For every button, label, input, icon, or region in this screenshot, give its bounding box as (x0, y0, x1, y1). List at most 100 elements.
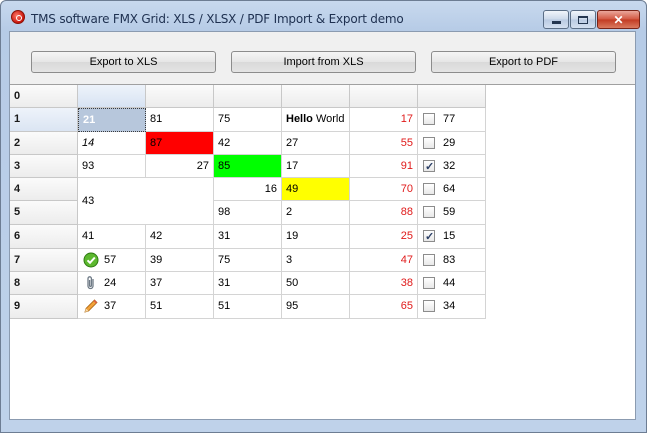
check-circle-icon (83, 252, 99, 268)
checkbox[interactable] (423, 113, 435, 125)
cell-r4-c4[interactable]: 49 (282, 178, 350, 201)
export-xls-button[interactable]: Export to XLS (31, 51, 216, 73)
merged-cell-r4-c1[interactable]: 43 (78, 178, 214, 225)
row-header-7[interactable]: 7 (10, 249, 78, 272)
row-header-1[interactable]: 1 (10, 108, 78, 132)
cell-r6-c4[interactable]: 19 (282, 225, 350, 249)
checkbox-value: 34 (443, 300, 456, 312)
row-header-8[interactable]: 8 (10, 272, 78, 295)
cell-r7-c5[interactable]: 47 (350, 249, 418, 272)
cell-r9-c4[interactable]: 95 (282, 295, 350, 319)
cell-r2-c2[interactable]: 87 (146, 132, 214, 155)
checkbox-value: 44 (443, 277, 456, 289)
cell-r5-c5[interactable]: 88 (350, 201, 418, 225)
cell-r8-c1[interactable]: 24 (78, 272, 146, 295)
checkbox-value: 29 (443, 137, 456, 149)
cell-r8-c2[interactable]: 37 (146, 272, 214, 295)
checkbox[interactable] (423, 137, 435, 149)
cell-r3-c1[interactable]: 93 (78, 155, 146, 178)
rich-text-bold: Hello (286, 113, 313, 125)
cell-r3-c2[interactable]: 27 (146, 155, 214, 178)
row-header-6[interactable]: 6 (10, 225, 78, 249)
checkbox[interactable] (423, 156, 435, 177)
checkbox[interactable] (423, 183, 435, 195)
data-grid[interactable]: 0 1 21 81 75 Hello World 17 77 2 14 87 4… (10, 84, 635, 419)
maximize-button[interactable] (570, 10, 596, 29)
checkbox-value: 15 (443, 230, 456, 242)
row-header-5[interactable]: 5 (10, 201, 78, 225)
row-header-0[interactable]: 0 (10, 85, 78, 108)
cell-r2-c5[interactable]: 55 (350, 132, 418, 155)
cell-r3-c5[interactable]: 91 (350, 155, 418, 178)
checkbox[interactable] (423, 254, 435, 266)
column-header-4[interactable] (282, 85, 350, 108)
cell-r3-c3[interactable]: 85 (214, 155, 282, 178)
cell-r8-c6[interactable]: 44 (418, 272, 486, 295)
import-xls-button[interactable]: Import from XLS (231, 51, 416, 73)
cell-r9-c5[interactable]: 65 (350, 295, 418, 319)
minimize-button[interactable] (543, 10, 569, 29)
cell-r7-c2[interactable]: 39 (146, 249, 214, 272)
column-header-1[interactable] (78, 85, 146, 108)
cell-r3-c4[interactable]: 17 (282, 155, 350, 178)
cell-r1-c1[interactable]: 21 (78, 108, 146, 132)
cell-r2-c3[interactable]: 42 (214, 132, 282, 155)
cell-r9-c1[interactable]: 37 (78, 295, 146, 319)
cell-r8-c5[interactable]: 38 (350, 272, 418, 295)
cell-r1-c4[interactable]: Hello World (282, 108, 350, 132)
cell-r7-c3[interactable]: 75 (214, 249, 282, 272)
cell-r4-c6[interactable]: 64 (418, 178, 486, 201)
cell-r5-c3[interactable]: 98 (214, 201, 282, 225)
cell-r6-c1[interactable]: 41 (78, 225, 146, 249)
cell-r6-c3[interactable]: 31 (214, 225, 282, 249)
row-header-3[interactable]: 3 (10, 155, 78, 178)
title-bar[interactable]: TMS software FMX Grid: XLS / XLSX / PDF … (1, 1, 646, 31)
cell-r4-c3[interactable]: 16 (214, 178, 282, 201)
cell-r2-c1[interactable]: 14 (78, 132, 146, 155)
checkbox[interactable] (423, 206, 435, 218)
checkbox[interactable] (423, 277, 435, 289)
cell-r2-c4[interactable]: 27 (282, 132, 350, 155)
cell-r2-c6[interactable]: 29 (418, 132, 486, 155)
cell-r4-c5[interactable]: 70 (350, 178, 418, 201)
cell-r1-c3[interactable]: 75 (214, 108, 282, 132)
row-header-4[interactable]: 4 (10, 178, 78, 201)
cell-r1-c5[interactable]: 17 (350, 108, 418, 132)
cell-r1-c2[interactable]: 81 (146, 108, 214, 132)
column-header-3[interactable] (214, 85, 282, 108)
pencil-icon (84, 299, 98, 313)
cell-r9-c3[interactable]: 51 (214, 295, 282, 319)
cell-r5-c6[interactable]: 59 (418, 201, 486, 225)
cell-r7-c4[interactable]: 3 (282, 249, 350, 272)
cell-r1-c6[interactable]: 77 (418, 108, 486, 132)
row-header-9[interactable]: 9 (10, 295, 78, 319)
cell-r7-c6[interactable]: 83 (418, 249, 486, 272)
checkbox-value: 32 (443, 160, 456, 172)
window-title: TMS software FMX Grid: XLS / XLSX / PDF … (31, 12, 404, 26)
cell-r8-c3[interactable]: 31 (214, 272, 282, 295)
close-button[interactable]: ✕ (597, 10, 640, 29)
column-header-5[interactable] (350, 85, 418, 108)
cell-r6-c6[interactable]: 15 (418, 225, 486, 249)
app-window: TMS software FMX Grid: XLS / XLSX / PDF … (0, 0, 647, 433)
maximize-icon (578, 15, 588, 24)
checkbox[interactable] (423, 300, 435, 312)
cell-r6-c2[interactable]: 42 (146, 225, 214, 249)
toolbar: Export to XLS Import from XLS Export to … (10, 32, 635, 84)
checkbox-value: 77 (443, 113, 456, 125)
cell-r9-c2[interactable]: 51 (146, 295, 214, 319)
client-area: Export to XLS Import from XLS Export to … (9, 31, 636, 420)
cell-r5-c4[interactable]: 2 (282, 201, 350, 225)
cell-r6-c5[interactable]: 25 (350, 225, 418, 249)
row-header-2[interactable]: 2 (10, 132, 78, 155)
column-header-6[interactable] (418, 85, 486, 108)
cell-r7-c1[interactable]: 57 (78, 249, 146, 272)
checkbox[interactable] (423, 226, 435, 248)
export-pdf-button[interactable]: Export to PDF (431, 51, 616, 73)
column-header-2[interactable] (146, 85, 214, 108)
checkbox-value: 64 (443, 183, 456, 195)
cell-r9-c6[interactable]: 34 (418, 295, 486, 319)
app-icon[interactable] (11, 10, 25, 24)
cell-r8-c4[interactable]: 50 (282, 272, 350, 295)
cell-r3-c6[interactable]: 32 (418, 155, 486, 178)
